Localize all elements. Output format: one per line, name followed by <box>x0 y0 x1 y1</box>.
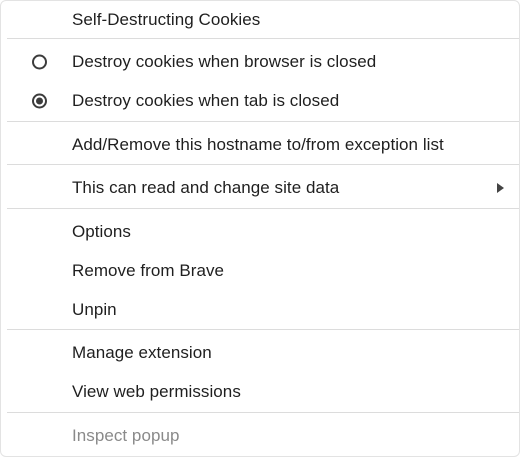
options-label: Options <box>72 222 131 241</box>
remove-label: Remove from Brave <box>72 261 225 280</box>
menu-item-extension-title[interactable]: Self-Destructing Cookies <box>1 1 519 39</box>
radio-destroy-on-tab-close[interactable]: Destroy cookies when tab is closed <box>1 82 519 120</box>
menu-item-exception-list[interactable]: Add/Remove this hostname to/from excepti… <box>1 126 519 164</box>
radio-unchecked-icon[interactable] <box>32 54 47 70</box>
view-permissions-label: View web permissions <box>72 382 241 401</box>
menu-separator <box>7 164 519 165</box>
menu-separator <box>7 329 519 330</box>
unpin-label: Unpin <box>72 300 117 319</box>
manage-extension-label: Manage extension <box>72 343 212 362</box>
chevron-right-icon <box>497 183 504 193</box>
menu-item-inspect-popup: Inspect popup <box>1 417 519 455</box>
menu-item-view-web-permissions[interactable]: View web permissions <box>1 373 519 411</box>
menu-separator <box>7 208 519 209</box>
radio-tab-close-label: Destroy cookies when tab is closed <box>72 91 340 110</box>
exception-list-label: Add/Remove this hostname to/from excepti… <box>72 135 444 154</box>
radio-destroy-on-browser-close[interactable]: Destroy cookies when browser is closed <box>1 43 519 81</box>
menu-separator <box>7 38 519 39</box>
menu-separator <box>7 412 519 413</box>
context-menu: Self-Destructing Cookies Destroy cookies… <box>0 0 520 457</box>
menu-item-unpin[interactable]: Unpin <box>1 291 519 329</box>
inspect-popup-label: Inspect popup <box>72 426 180 445</box>
radio-checked-icon[interactable] <box>32 93 47 109</box>
menu-separator <box>7 121 519 122</box>
extension-title-label: Self-Destructing Cookies <box>72 10 261 29</box>
radio-browser-close-label: Destroy cookies when browser is closed <box>72 52 377 71</box>
menu-item-manage-extension[interactable]: Manage extension <box>1 334 519 372</box>
menu-item-site-data[interactable]: This can read and change site data <box>1 169 519 207</box>
site-data-label: This can read and change site data <box>72 178 340 197</box>
menu-item-options[interactable]: Options <box>1 213 519 251</box>
menu-item-remove-from-brave[interactable]: Remove from Brave <box>1 252 519 290</box>
